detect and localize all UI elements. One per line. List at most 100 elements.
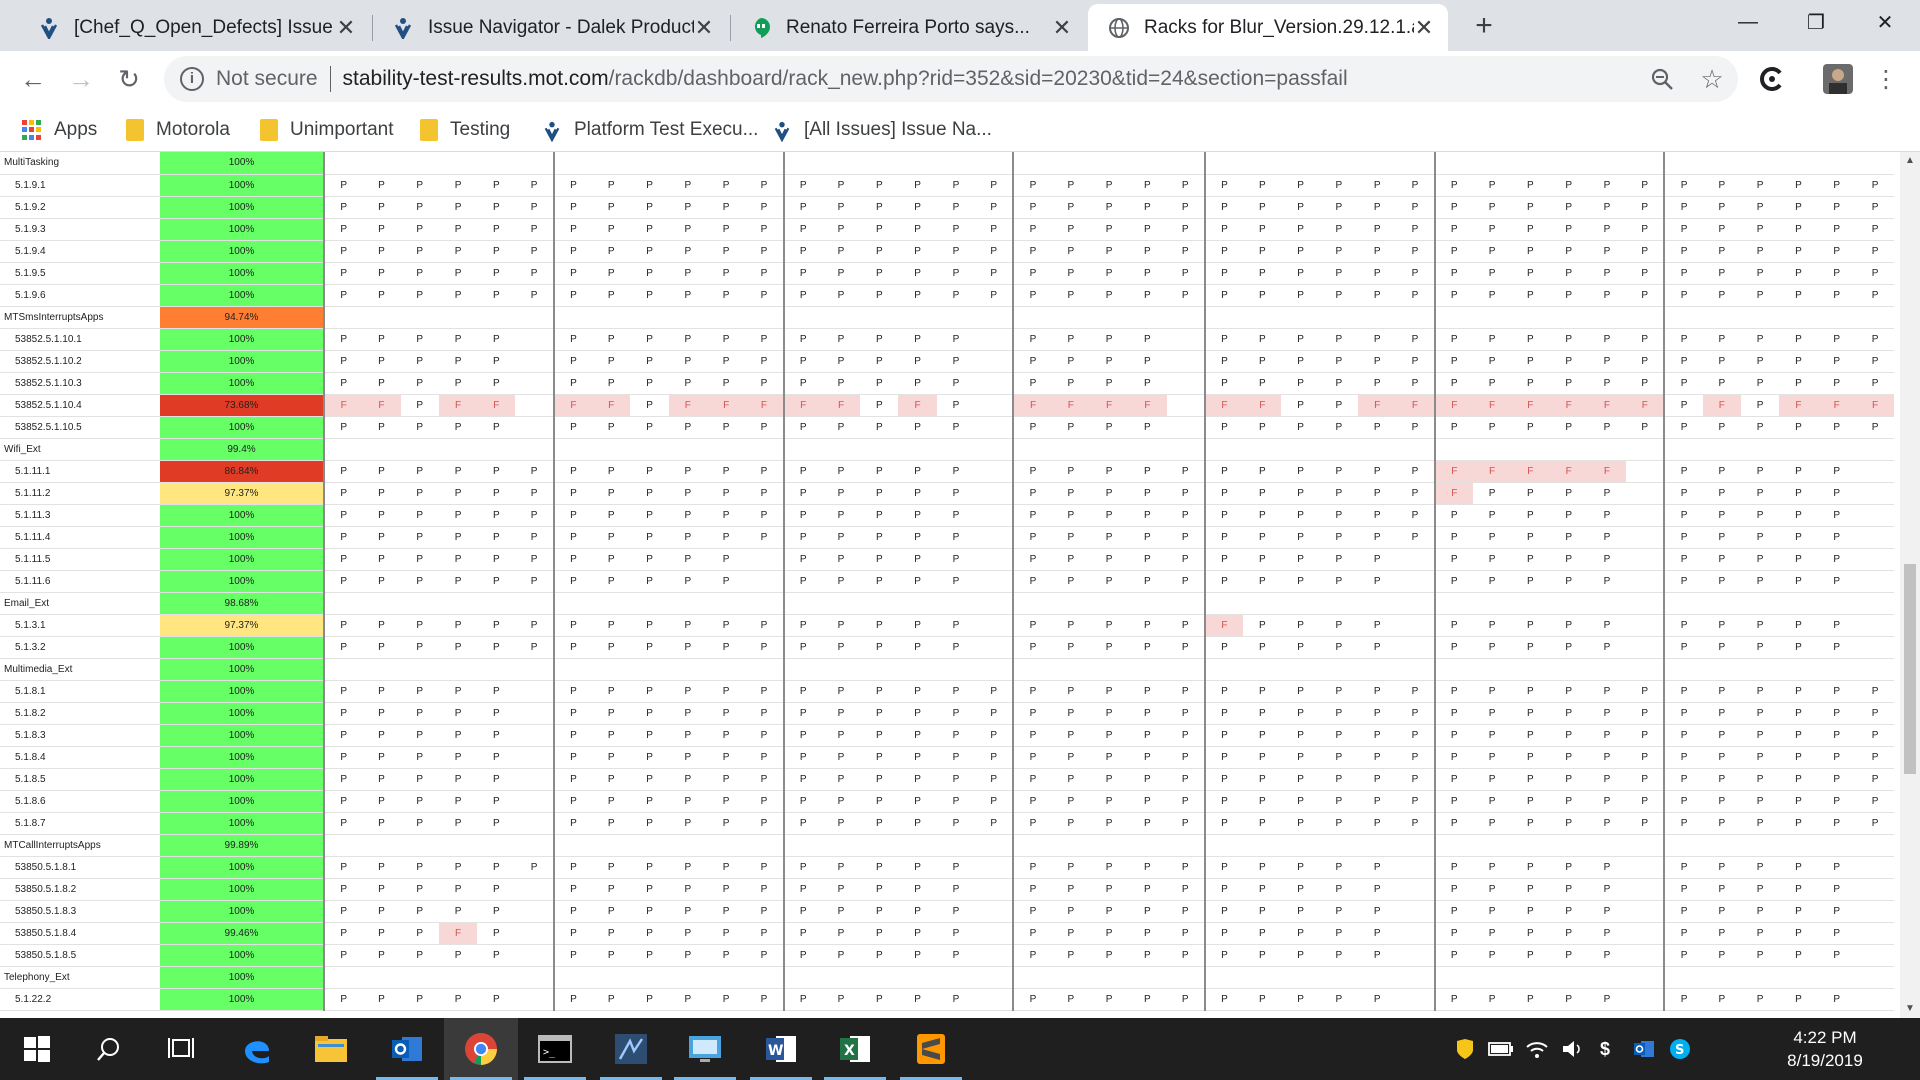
result-pass-cell[interactable]: P: [1166, 570, 1205, 593]
result-pass-cell[interactable]: P: [1433, 790, 1473, 813]
result-pass-cell[interactable]: P: [1779, 636, 1818, 659]
result-pass-cell[interactable]: P: [1358, 570, 1397, 593]
result-pass-cell[interactable]: P: [1702, 262, 1741, 285]
result-pass-cell[interactable]: P: [1166, 548, 1205, 571]
back-button[interactable]: ←: [14, 60, 52, 98]
result-pass-cell[interactable]: P: [400, 702, 439, 725]
reload-button[interactable]: ↻: [110, 60, 148, 98]
result-pass-cell[interactable]: P: [1472, 614, 1512, 637]
result-pass-cell[interactable]: P: [936, 284, 976, 307]
result-pass-cell[interactable]: P: [592, 746, 631, 769]
result-pass-cell[interactable]: P: [1587, 900, 1627, 923]
result-pass-cell[interactable]: P: [1396, 460, 1435, 483]
result-pass-cell[interactable]: P: [1089, 526, 1129, 549]
result-pass-cell[interactable]: P: [1243, 768, 1282, 791]
result-pass-cell[interactable]: P: [592, 416, 631, 439]
result-pass-cell[interactable]: P: [1587, 482, 1627, 505]
result-pass-cell[interactable]: P: [592, 460, 631, 483]
result-pass-cell[interactable]: P: [936, 416, 976, 439]
result-pass-cell[interactable]: P: [1281, 196, 1320, 219]
result-pass-cell[interactable]: P: [860, 636, 899, 659]
result-pass-cell[interactable]: P: [975, 218, 1014, 241]
result-pass-cell[interactable]: P: [630, 922, 669, 945]
result-pass-cell[interactable]: P: [1740, 812, 1780, 835]
result-pass-cell[interactable]: P: [1433, 636, 1473, 659]
result-pass-cell[interactable]: P: [668, 636, 707, 659]
result-pass-cell[interactable]: P: [975, 702, 1014, 725]
result-pass-cell[interactable]: P: [782, 570, 822, 593]
result-pass-cell[interactable]: P: [1051, 988, 1090, 1011]
result-pass-cell[interactable]: P: [1855, 218, 1895, 241]
result-pass-cell[interactable]: P: [322, 614, 363, 637]
result-pass-cell[interactable]: P: [898, 636, 937, 659]
result-pass-cell[interactable]: P: [1740, 328, 1780, 351]
result-pass-cell[interactable]: P: [552, 614, 593, 637]
result-pass-cell[interactable]: P: [1396, 350, 1435, 373]
result-pass-cell[interactable]: P: [1472, 504, 1512, 527]
result-pass-cell[interactable]: P: [630, 702, 669, 725]
result-pass-cell[interactable]: P: [1203, 944, 1244, 967]
result-pass-cell[interactable]: P: [1089, 350, 1129, 373]
result-pass-cell[interactable]: P: [362, 482, 401, 505]
result-pass-cell[interactable]: P: [706, 878, 746, 901]
result-pass-cell[interactable]: P: [1817, 504, 1856, 527]
result-pass-cell[interactable]: P: [362, 174, 401, 197]
result-pass-cell[interactable]: P: [706, 328, 746, 351]
result-pass-cell[interactable]: P: [322, 922, 363, 945]
result-pass-cell[interactable]: P: [821, 416, 861, 439]
result-pass-cell[interactable]: P: [668, 174, 707, 197]
result-pass-cell[interactable]: P: [477, 350, 516, 373]
result-pass-cell[interactable]: P: [1166, 196, 1205, 219]
result-pass-cell[interactable]: P: [1511, 284, 1550, 307]
result-pass-cell[interactable]: P: [706, 922, 746, 945]
result-pass-cell[interactable]: P: [1051, 680, 1090, 703]
result-pass-cell[interactable]: P: [1855, 768, 1895, 791]
result-pass-cell[interactable]: P: [706, 724, 746, 747]
result-pass-cell[interactable]: P: [1203, 746, 1244, 769]
result-pass-cell[interactable]: P: [1128, 548, 1167, 571]
result-pass-cell[interactable]: P: [1012, 724, 1052, 747]
result-pass-cell[interactable]: P: [821, 922, 861, 945]
result-pass-cell[interactable]: P: [1549, 988, 1588, 1011]
result-pass-cell[interactable]: P: [975, 262, 1014, 285]
result-pass-cell[interactable]: P: [1243, 988, 1282, 1011]
result-pass-cell[interactable]: P: [1051, 702, 1090, 725]
result-pass-cell[interactable]: P: [936, 372, 976, 395]
result-fail-cell[interactable]: F: [1817, 394, 1856, 417]
result-pass-cell[interactable]: P: [668, 196, 707, 219]
result-pass-cell[interactable]: P: [1817, 196, 1856, 219]
result-pass-cell[interactable]: P: [1166, 702, 1205, 725]
result-pass-cell[interactable]: P: [1433, 526, 1473, 549]
result-pass-cell[interactable]: P: [668, 724, 707, 747]
menu-icon[interactable]: ⋮: [1870, 63, 1902, 95]
result-pass-cell[interactable]: P: [1396, 680, 1435, 703]
result-fail-cell[interactable]: F: [1433, 460, 1473, 483]
result-pass-cell[interactable]: P: [1779, 174, 1818, 197]
result-pass-cell[interactable]: P: [1281, 350, 1320, 373]
result-pass-cell[interactable]: P: [1817, 526, 1856, 549]
result-pass-cell[interactable]: P: [1663, 900, 1703, 923]
result-pass-cell[interactable]: P: [438, 416, 478, 439]
result-pass-cell[interactable]: P: [400, 922, 439, 945]
result-pass-cell[interactable]: P: [821, 218, 861, 241]
result-pass-cell[interactable]: P: [821, 614, 861, 637]
result-pass-cell[interactable]: P: [322, 460, 363, 483]
result-pass-cell[interactable]: P: [860, 988, 899, 1011]
result-pass-cell[interactable]: P: [1663, 482, 1703, 505]
result-pass-cell[interactable]: P: [1203, 350, 1244, 373]
result-pass-cell[interactable]: P: [821, 702, 861, 725]
result-pass-cell[interactable]: P: [1702, 900, 1741, 923]
result-pass-cell[interactable]: P: [1319, 328, 1359, 351]
result-pass-cell[interactable]: P: [1587, 504, 1627, 527]
result-pass-cell[interactable]: P: [782, 328, 822, 351]
result-pass-cell[interactable]: P: [1203, 416, 1244, 439]
result-pass-cell[interactable]: P: [1549, 746, 1588, 769]
result-pass-cell[interactable]: P: [1089, 174, 1129, 197]
result-pass-cell[interactable]: P: [400, 482, 439, 505]
result-pass-cell[interactable]: P: [975, 174, 1014, 197]
result-pass-cell[interactable]: P: [322, 372, 363, 395]
result-pass-cell[interactable]: P: [1358, 196, 1397, 219]
result-pass-cell[interactable]: P: [1817, 240, 1856, 263]
result-pass-cell[interactable]: P: [1549, 790, 1588, 813]
result-pass-cell[interactable]: P: [1855, 680, 1895, 703]
